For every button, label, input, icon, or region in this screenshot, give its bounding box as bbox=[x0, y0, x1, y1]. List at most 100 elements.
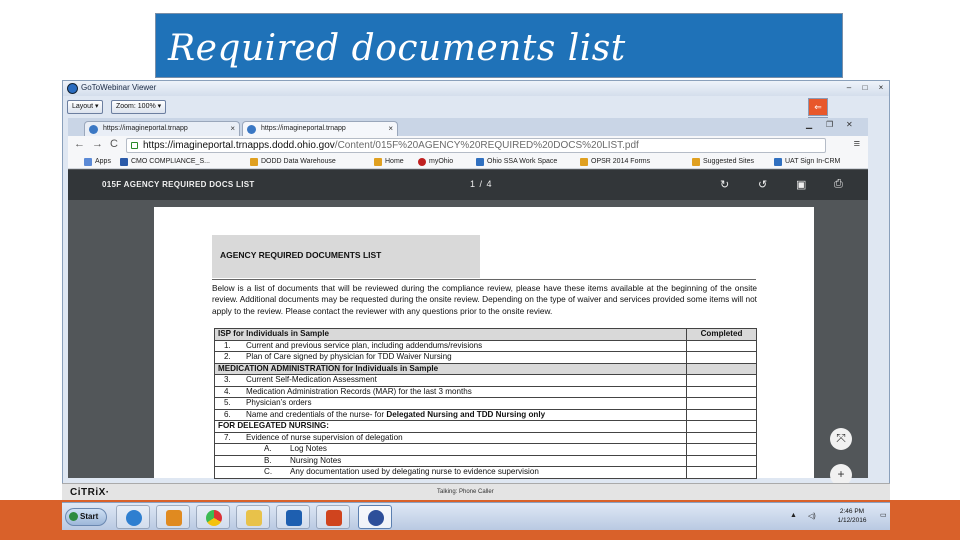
zoom-dropdown[interactable]: Zoom: 100% ▾ bbox=[111, 100, 167, 114]
doc-item-cell: C. Any documentation used by delegating n… bbox=[214, 466, 687, 479]
maximize-button[interactable]: □ bbox=[859, 82, 871, 94]
item-number: 6. bbox=[224, 409, 231, 419]
fit-page-icon[interactable]: ⤧ bbox=[830, 428, 852, 450]
tab-close-icon[interactable]: × bbox=[230, 122, 235, 135]
bookmark-cmo[interactable]: CMO COMPLIANCE_S... bbox=[120, 157, 210, 167]
taskbar-file-explorer[interactable] bbox=[236, 505, 270, 529]
bookmark-ssa[interactable]: Ohio SSA Work Space bbox=[476, 157, 557, 167]
browser-tab-active[interactable]: https://imagineportal.trnapp × bbox=[242, 121, 398, 136]
viewer-toolbar: Layout ▾ Zoom: 100% ▾ bbox=[63, 97, 889, 117]
completed-cell bbox=[686, 362, 757, 375]
completed-cell bbox=[686, 397, 757, 410]
print-icon[interactable]: ⎙ bbox=[834, 178, 843, 191]
tab-label: https://imagineportal.trnapp bbox=[103, 125, 188, 132]
address-bar-row: ← → C https://imagineportal.trnapps.dodd… bbox=[68, 136, 868, 155]
bookmark-label: Ohio SSA Work Space bbox=[487, 158, 558, 165]
taskbar-powerpoint[interactable] bbox=[316, 505, 350, 529]
show-desktop-icon[interactable]: ▭ bbox=[880, 511, 887, 519]
table-row: 2. Plan of Care signed by physician for T… bbox=[214, 351, 757, 364]
doc-item-cell: 2. Plan of Care signed by physician for T… bbox=[214, 351, 687, 364]
bookmark-home[interactable]: Home bbox=[374, 157, 404, 167]
lock-icon bbox=[131, 142, 138, 149]
taskbar-internet-explorer[interactable] bbox=[116, 505, 150, 529]
tab-close-icon[interactable]: × bbox=[388, 122, 393, 135]
reload-icon[interactable]: C bbox=[110, 138, 118, 150]
bookmark-opsr[interactable]: OPSR 2014 Forms bbox=[580, 157, 650, 167]
table-row: 7. Evidence of nurse supervision of deleg… bbox=[214, 431, 757, 444]
browser-tab[interactable]: https://imagineportal.trnapp × bbox=[84, 121, 240, 136]
bookmark-myohio[interactable]: myOhio bbox=[418, 157, 453, 167]
doc-item-cell: 1. Current and previous service plan, inc… bbox=[214, 339, 687, 352]
completed-cell bbox=[686, 466, 757, 479]
doc-item-cell: 3. Current Self-Medication Assessment bbox=[214, 374, 687, 387]
doc-item-cell: MEDICATION ADMINISTRATION for Individual… bbox=[214, 362, 687, 375]
doc-intro-paragraph: Below is a list of documents that will b… bbox=[212, 283, 757, 316]
chrome-restore-icon[interactable]: ❐ bbox=[826, 120, 833, 129]
table-row: 1. Current and previous service plan, inc… bbox=[214, 339, 757, 352]
bookmark-label: myOhio bbox=[429, 158, 454, 165]
rotate-cw-icon[interactable]: ↻ bbox=[720, 178, 729, 191]
tab-label: https://imagineportal.trnapp bbox=[261, 125, 346, 132]
start-button[interactable]: Start bbox=[65, 508, 107, 526]
chrome-minimize-icon[interactable]: ▁ bbox=[806, 120, 812, 129]
taskbar-gotowebinar[interactable] bbox=[358, 505, 392, 529]
bookmark-apps[interactable]: Apps bbox=[84, 157, 111, 167]
pdf-filename: 015F AGENCY REQUIRED DOCS LIST bbox=[102, 180, 255, 189]
chrome-close-icon[interactable]: ✕ bbox=[846, 120, 853, 129]
item-text-bold: Delegated Nursing and TDD Nursing only bbox=[386, 409, 546, 419]
rotate-ccw-icon[interactable]: ↺ bbox=[758, 178, 767, 191]
globe-icon bbox=[89, 125, 98, 134]
back-icon[interactable]: ← bbox=[74, 138, 85, 150]
completed-cell bbox=[686, 351, 757, 364]
chrome-menu-icon[interactable]: ≡ bbox=[854, 138, 860, 150]
item-number: C. bbox=[264, 467, 273, 476]
panel-arrow-icon[interactable]: ⇐ bbox=[808, 98, 828, 116]
completed-cell: Completed bbox=[686, 328, 757, 341]
taskbar: Start ▲ ◁) 2:46 PM 1/12/2016 ▭ bbox=[62, 502, 890, 530]
window-titlebar[interactable]: GoToWebinar Viewer ‒ □ × bbox=[63, 81, 889, 96]
taskbar-media-player[interactable] bbox=[156, 505, 190, 529]
volume-icon[interactable]: ◁) bbox=[808, 512, 816, 520]
myohio-icon bbox=[418, 158, 426, 166]
item-text: Current Self-Medication Assessment bbox=[246, 375, 377, 384]
item-text: Log Notes bbox=[290, 444, 327, 453]
bookmark-dodd[interactable]: DODD Data Warehouse bbox=[250, 157, 336, 167]
talking-status: Talking: Phone Caller bbox=[437, 489, 494, 495]
table-row: ISP for Individuals in Sample Completed bbox=[214, 328, 757, 341]
doc-item-cell: ISP for Individuals in Sample bbox=[214, 328, 687, 341]
folder-icon bbox=[374, 158, 382, 166]
taskbar-chrome[interactable] bbox=[196, 505, 230, 529]
doc-item-cell: 6. Name and credentials of the nurse- for… bbox=[214, 408, 687, 421]
minimize-button[interactable]: ‒ bbox=[843, 82, 855, 94]
item-text: Any documentation used by delegating nur… bbox=[290, 467, 539, 476]
forward-icon[interactable]: → bbox=[92, 138, 103, 150]
completed-cell bbox=[686, 385, 757, 398]
bookmark-suggested[interactable]: Suggested Sites bbox=[692, 157, 754, 167]
layout-dropdown[interactable]: Layout ▾ bbox=[67, 100, 104, 114]
completed-cell bbox=[686, 408, 757, 421]
url-host: https://imagineportal.trnapps.dodd.ohio.… bbox=[143, 140, 335, 151]
internet-explorer-icon bbox=[126, 510, 142, 526]
save-icon[interactable]: ▣ bbox=[796, 178, 806, 191]
close-button[interactable]: × bbox=[875, 82, 887, 94]
folder-icon bbox=[246, 510, 262, 526]
table-row: MEDICATION ADMINISTRATION for Individual… bbox=[214, 362, 757, 375]
completed-cell bbox=[686, 431, 757, 444]
table-row: FOR DELEGATED NURSING: bbox=[214, 420, 757, 433]
clock[interactable]: 2:46 PM 1/12/2016 bbox=[830, 507, 874, 525]
pdf-page-indicator[interactable]: 1 / 4 bbox=[470, 179, 493, 189]
item-text: Plan of Care signed by physician for TDD… bbox=[246, 352, 452, 361]
pdf-page: AGENCY REQUIRED DOCUMENTS LIST Below is … bbox=[154, 207, 814, 479]
powerpoint-icon bbox=[326, 510, 342, 526]
taskbar-outlook[interactable] bbox=[276, 505, 310, 529]
bookmark-label: Apps bbox=[95, 158, 111, 165]
shared-screen-browser: https://imagineportal.trnapp × https://i… bbox=[68, 118, 868, 486]
tray-arrow-icon[interactable]: ▲ bbox=[790, 512, 797, 519]
bookmark-uat[interactable]: UAT Sign In-CRM bbox=[774, 157, 840, 167]
citrix-logo: CiTRiX· bbox=[70, 487, 110, 498]
window-title: GoToWebinar Viewer bbox=[81, 83, 157, 92]
item-text: ISP for Individuals in Sample bbox=[218, 329, 329, 338]
url-field[interactable]: https://imagineportal.trnapps.dodd.ohio.… bbox=[126, 138, 826, 153]
completed-cell bbox=[686, 443, 757, 456]
required-docs-table: ISP for Individuals in Sample Completed 1.… bbox=[214, 328, 757, 479]
